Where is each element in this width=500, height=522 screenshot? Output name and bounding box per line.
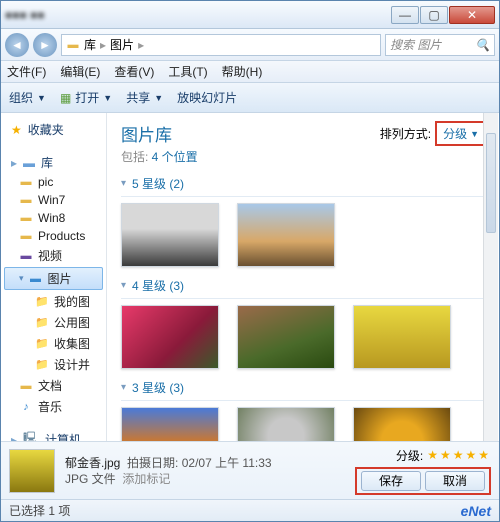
search-placeholder: 搜索 图片 — [390, 36, 441, 53]
page-title: 图片库 — [121, 121, 198, 146]
titlebar: ■■■ ■■ — ▢ ✕ — [1, 1, 499, 29]
group-3-star[interactable]: ▾3 星级 (3) — [121, 373, 487, 401]
sidebar-item-pic[interactable]: ▬pic — [1, 173, 106, 191]
details-filetype: JPG 文件 — [65, 472, 116, 486]
details-pane: 郁金香.jpg 拍摄日期: 02/07 上午 11:33 JPG 文件 添加标记… — [1, 441, 499, 499]
menu-help[interactable]: 帮助(H) — [222, 63, 263, 80]
minimize-button[interactable]: — — [391, 6, 419, 24]
menu-view[interactable]: 查看(V) — [114, 63, 154, 80]
sidebar-item-videos[interactable]: ▬视频 — [1, 245, 106, 266]
sidebar: ★收藏夹 ▸▬库 ▬pic ▬Win7 ▬Win8 ▬Products ▬视频 … — [1, 113, 107, 441]
thumbnail[interactable] — [121, 305, 219, 369]
menu-edit[interactable]: 编辑(E) — [60, 63, 100, 80]
group-4-star[interactable]: ▾4 星级 (3) — [121, 271, 487, 299]
toolbar: 组织▼ ▦打开▼ 共享▼ 放映幻灯片 — [1, 83, 499, 113]
forward-button[interactable]: ► — [33, 33, 57, 57]
scrollbar[interactable] — [483, 113, 498, 441]
maximize-button[interactable]: ▢ — [420, 6, 448, 24]
details-preview-thumb — [9, 449, 55, 493]
sort-label: 排列方式: — [380, 125, 431, 142]
details-filename: 郁金香.jpg — [65, 456, 120, 470]
breadcrumb[interactable]: ▬ 库 ▸ 图片 ▸ — [61, 34, 381, 56]
sidebar-item-win8[interactable]: ▬Win8 — [1, 209, 106, 227]
sidebar-item-documents[interactable]: ▬文档 — [1, 375, 106, 396]
thumbnails-area: ▾5 星级 (2) ▾4 星级 (3) ▾3 星级 (3) — [107, 169, 499, 441]
titlebar-title: ■■■ ■■ — [5, 8, 391, 22]
menu-file[interactable]: 文件(F) — [7, 63, 46, 80]
thumbnail[interactable] — [121, 203, 219, 267]
sidebar-item-products[interactable]: ▬Products — [1, 227, 106, 245]
status-selection: 已选择 1 项 — [9, 502, 70, 519]
toolbar-slideshow[interactable]: 放映幻灯片 — [177, 89, 237, 106]
sidebar-item-win7[interactable]: ▬Win7 — [1, 191, 106, 209]
breadcrumb-root[interactable]: 库 — [84, 36, 96, 53]
sidebar-item-pictures[interactable]: ▾▬图片 — [4, 267, 103, 290]
save-button[interactable]: 保存 — [361, 471, 421, 491]
rating-label: 分级: — [396, 447, 423, 464]
details-tags[interactable]: 添加标记 — [122, 472, 170, 486]
back-button[interactable]: ◄ — [5, 33, 29, 57]
sort-dropdown[interactable]: 分级▼ — [435, 121, 487, 146]
thumbnail[interactable] — [237, 407, 335, 441]
menu-tools[interactable]: 工具(T) — [168, 63, 207, 80]
thumbnail[interactable] — [237, 305, 335, 369]
sidebar-computer[interactable]: ▸🖳计算机 — [1, 425, 106, 441]
cancel-button[interactable]: 取消 — [425, 471, 485, 491]
thumbnail[interactable] — [237, 203, 335, 267]
sidebar-item-my-pictures[interactable]: 📁我的图 — [1, 291, 106, 312]
breadcrumb-current[interactable]: 图片 — [110, 36, 134, 53]
sidebar-item-collected[interactable]: 📁收集图 — [1, 333, 106, 354]
thumbnail[interactable] — [353, 407, 451, 441]
status-bar: 已选择 1 项 eNet — [1, 499, 499, 521]
thumbnail[interactable] — [353, 305, 451, 369]
page-subtitle: 包括: 4 个位置 — [121, 148, 198, 165]
watermark-brand: eNet — [461, 503, 491, 519]
sidebar-item-public-pictures[interactable]: 📁公用图 — [1, 312, 106, 333]
search-input[interactable]: 搜索 图片 🔍 — [385, 34, 495, 56]
group-5-star[interactable]: ▾5 星级 (2) — [121, 169, 487, 197]
navigation-bar: ◄ ► ▬ 库 ▸ 图片 ▸ 搜索 图片 🔍 — [1, 29, 499, 61]
content-pane: 图片库 包括: 4 个位置 排列方式: 分级▼ ▾5 星级 (2) — [107, 113, 499, 441]
sidebar-favorites[interactable]: ★收藏夹 — [1, 117, 106, 140]
save-cancel-box: 保存 取消 — [355, 467, 491, 495]
sidebar-item-design[interactable]: 📁设计并 — [1, 354, 106, 375]
toolbar-open[interactable]: ▦打开▼ — [60, 89, 112, 106]
close-button[interactable]: ✕ — [449, 6, 495, 24]
thumbnail[interactable] — [121, 407, 219, 441]
rating-stars[interactable]: ★★★★★ — [427, 448, 491, 462]
details-date: 02/07 上午 11:33 — [182, 456, 272, 470]
library-icon: ▬ — [66, 38, 80, 52]
search-icon: 🔍 — [475, 38, 490, 52]
sidebar-libraries[interactable]: ▸▬库 — [1, 150, 106, 173]
toolbar-share[interactable]: 共享▼ — [126, 89, 163, 106]
sidebar-item-music[interactable]: ♪音乐 — [1, 396, 106, 417]
toolbar-organize[interactable]: 组织▼ — [9, 89, 46, 106]
scroll-thumb[interactable] — [486, 133, 496, 233]
menu-bar: 文件(F) 编辑(E) 查看(V) 工具(T) 帮助(H) — [1, 61, 499, 83]
